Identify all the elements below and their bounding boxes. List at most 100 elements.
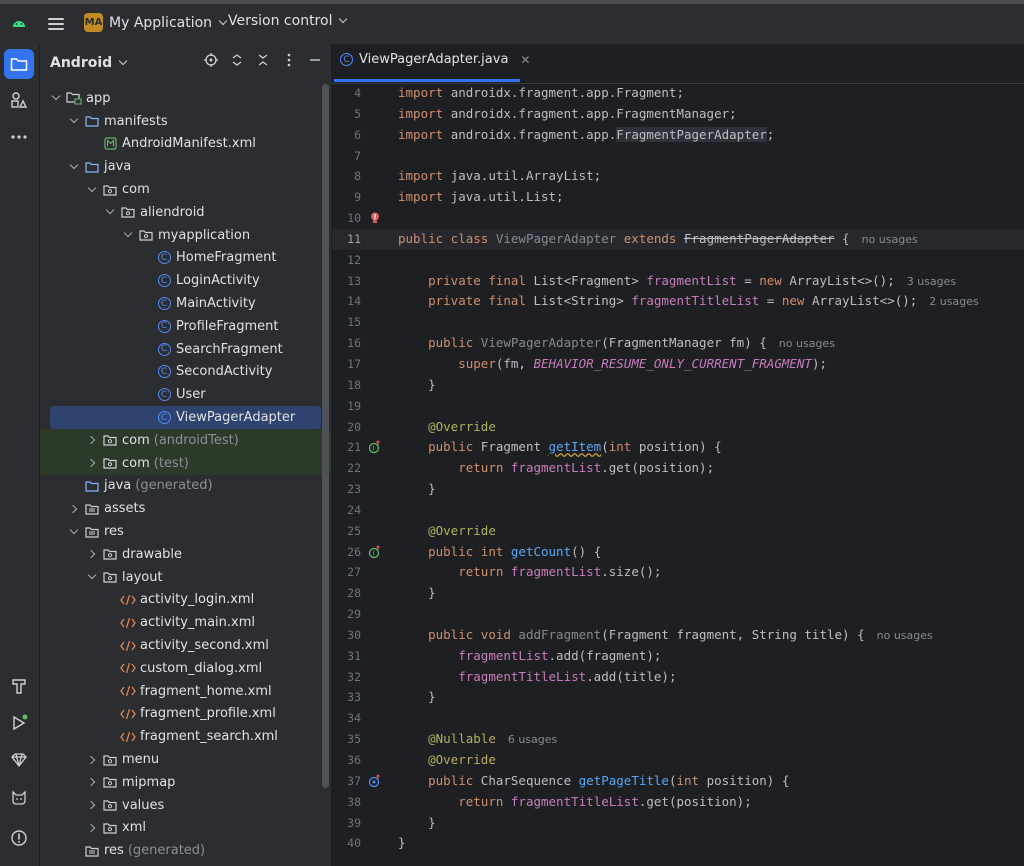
chevron-down-icon[interactable] — [88, 573, 96, 581]
tree-item[interactable]: C SearchFragment — [40, 338, 331, 361]
code-line[interactable]: 6 import androidx.fragment.app.FragmentPa… — [332, 125, 1024, 146]
main-menu-button[interactable] — [48, 15, 64, 33]
code-line[interactable]: 35 @Nullable 6 usages — [332, 729, 1024, 750]
chevron-right-icon[interactable] — [70, 505, 78, 513]
code-line[interactable]: 31 fragmentList.add(fragment); — [332, 646, 1024, 667]
logcat-tool-button[interactable] — [4, 782, 34, 812]
tree-item[interactable]: app — [40, 87, 331, 110]
code-line[interactable]: 20 @Override — [332, 417, 1024, 438]
code-line[interactable]: 36 @Override — [332, 750, 1024, 771]
expand-all-icon[interactable] — [229, 52, 245, 68]
chevron-down-icon[interactable] — [52, 94, 60, 102]
tree-item[interactable]: manifests — [40, 110, 331, 133]
code-line[interactable]: 34 — [332, 708, 1024, 729]
editor-tab-viewpageradapter[interactable]: C ViewPagerAdapter.java ✕ — [340, 52, 530, 67]
tree-item[interactable]: com — [40, 178, 331, 201]
tree-item[interactable]: AndroidManifest.xml — [40, 133, 331, 156]
run-tool-button[interactable] — [4, 708, 34, 738]
code-line[interactable]: 18 } — [332, 375, 1024, 396]
tree-item[interactable]: fragment_search.xml — [40, 725, 331, 748]
tree-item[interactable]: C ProfileFragment — [40, 315, 331, 338]
code-line[interactable]: 19 — [332, 396, 1024, 417]
chevron-right-icon[interactable] — [88, 824, 96, 832]
chevron-down-icon[interactable] — [88, 186, 96, 194]
chevron-down-icon[interactable] — [70, 528, 78, 536]
code-line[interactable]: 11 public class ViewPagerAdapter extends … — [332, 228, 1024, 250]
chevron-right-icon[interactable] — [88, 436, 96, 444]
code-line[interactable]: 28 } — [332, 583, 1024, 604]
chevron-right-icon[interactable] — [88, 778, 96, 786]
usages-hint[interactable]: 3 usages — [907, 275, 956, 288]
terminal-tool-button[interactable] — [4, 671, 34, 701]
implement-method-icon[interactable] — [368, 773, 382, 788]
tree-item[interactable]: layout — [40, 566, 331, 589]
code-line[interactable]: 24 — [332, 500, 1024, 521]
more-vertical-icon[interactable] — [281, 52, 297, 68]
chevron-right-icon[interactable] — [88, 550, 96, 558]
code-line[interactable]: 21 I public Fragment getItem(int position… — [332, 437, 1024, 458]
more-tools-button[interactable] — [4, 122, 34, 152]
tree-item[interactable]: java (generated) — [40, 475, 331, 498]
usages-hint[interactable]: no usages — [877, 629, 933, 642]
tree-item[interactable]: java — [40, 155, 331, 178]
code-line[interactable]: 22 return fragmentList.get(position); — [332, 458, 1024, 479]
tree-item[interactable]: com (androidTest) — [40, 428, 331, 452]
hide-panel-icon[interactable] — [307, 52, 323, 68]
tree-item[interactable]: C ViewPagerAdapter — [50, 406, 321, 429]
tree-item[interactable]: com (test) — [40, 451, 331, 475]
code-line[interactable]: 38 return fragmentTitleList.get(position… — [332, 792, 1024, 813]
tree-item[interactable]: activity_login.xml — [40, 589, 331, 612]
usages-hint[interactable]: no usages — [779, 337, 835, 350]
code-line[interactable]: 15 — [332, 312, 1024, 333]
collapse-all-icon[interactable] — [255, 52, 271, 68]
chevron-right-icon[interactable] — [88, 756, 96, 764]
tree-item[interactable]: C HomeFragment — [40, 247, 331, 270]
code-line[interactable]: 8 import java.util.ArrayList; — [332, 166, 1024, 187]
code-line[interactable]: 29 — [332, 604, 1024, 625]
problems-tool-button[interactable] — [4, 823, 34, 853]
code-line[interactable]: 33 } — [332, 687, 1024, 708]
chevron-down-icon[interactable] — [124, 231, 132, 239]
tree-item[interactable]: C User — [40, 383, 331, 406]
tree-item[interactable]: fragment_profile.xml — [40, 703, 331, 726]
tree-item[interactable]: C MainActivity — [40, 292, 331, 315]
code-line[interactable]: 39 } — [332, 813, 1024, 834]
code-line[interactable]: 27 return fragmentList.size(); — [332, 562, 1024, 583]
code-area[interactable]: 4 import androidx.fragment.app.Fragment; 5… — [332, 83, 1024, 854]
chevron-right-icon[interactable] — [88, 801, 96, 809]
version-control-menu[interactable]: Version control — [228, 13, 348, 29]
close-tab-icon[interactable]: ✕ — [520, 53, 530, 67]
usages-hint[interactable]: 6 usages — [508, 733, 557, 746]
code-line[interactable]: 17 super(fm, BEHAVIOR_RESUME_ONLY_CURREN… — [332, 354, 1024, 375]
tree-item[interactable]: menu — [40, 748, 331, 771]
code-line[interactable]: 40} — [332, 833, 1024, 854]
structure-tool-button[interactable] — [4, 85, 34, 115]
code-line[interactable]: 26 I public int getCount() { — [332, 542, 1024, 563]
code-line[interactable]: 7 — [332, 146, 1024, 167]
project-selector[interactable]: MA My Application — [84, 13, 228, 32]
tree-item[interactable]: assets — [40, 497, 331, 520]
override-method-icon[interactable]: I — [368, 544, 382, 559]
tree-item[interactable]: aliendroid — [40, 201, 331, 224]
override-method-icon[interactable]: I — [368, 440, 382, 454]
code-line[interactable]: 30 public void addFragment(Fragment frag… — [332, 625, 1024, 646]
code-line[interactable]: 16 public ViewPagerAdapter(FragmentManag… — [332, 333, 1024, 354]
code-line[interactable]: 25 @Override — [332, 521, 1024, 542]
tree-item[interactable]: myapplication — [40, 224, 331, 247]
tree-item[interactable]: C SecondActivity — [40, 361, 331, 384]
device-manager-button[interactable] — [4, 745, 34, 775]
chevron-down-icon[interactable] — [70, 117, 78, 125]
tree-item[interactable]: C LoginActivity — [40, 269, 331, 292]
usages-hint[interactable]: no usages — [862, 233, 918, 246]
chevron-down-icon[interactable] — [70, 163, 78, 171]
tree-item[interactable]: drawable — [40, 543, 331, 566]
chevron-right-icon[interactable] — [88, 459, 96, 467]
code-line[interactable]: 12 — [332, 250, 1024, 271]
tree-item[interactable]: mipmap — [40, 771, 331, 794]
tree-item[interactable]: xml — [40, 817, 331, 840]
code-line[interactable]: 5 import androidx.fragment.app.FragmentMa… — [332, 104, 1024, 125]
tree-item[interactable]: activity_second.xml — [40, 634, 331, 657]
code-line[interactable]: 4 import androidx.fragment.app.Fragment; — [332, 83, 1024, 104]
tree-item[interactable]: values — [40, 794, 331, 817]
code-line[interactable]: 13 private final List<Fragment> fragment… — [332, 271, 1024, 292]
